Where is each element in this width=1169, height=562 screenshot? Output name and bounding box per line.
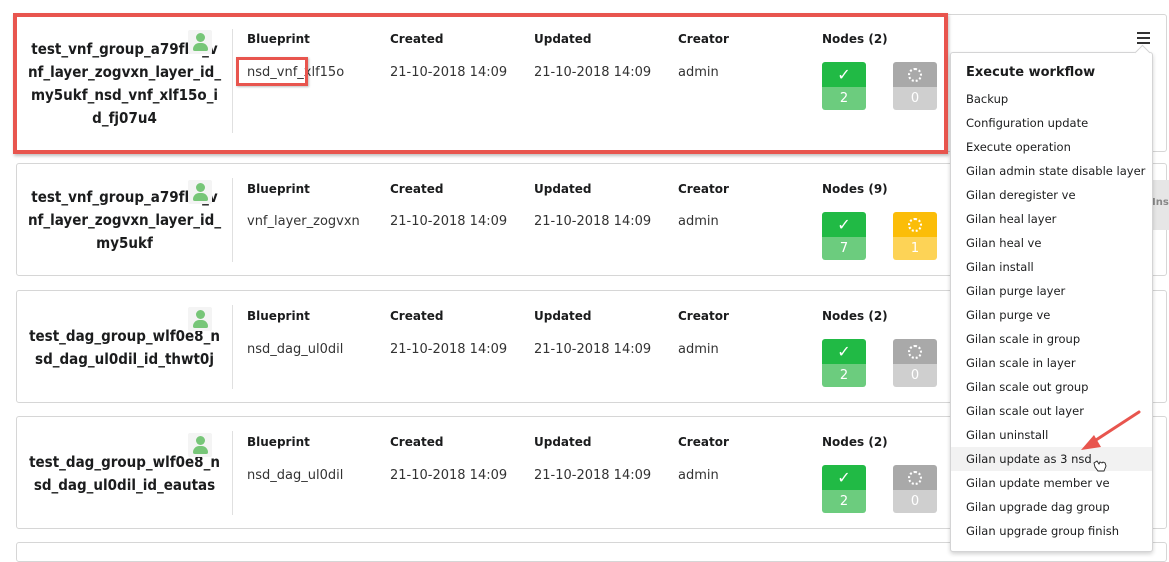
- updated-value: 21-10-2018 14:09: [534, 65, 652, 80]
- updated-label: Updated: [534, 32, 592, 46]
- menu-item[interactable]: Gilan scale out group: [951, 375, 1152, 399]
- inprogress-nodes-tile[interactable]: 1: [893, 212, 937, 260]
- menu-item[interactable]: Gilan heal layer: [951, 207, 1152, 231]
- updated-label: Updated: [534, 182, 592, 196]
- blueprint-label: Blueprint: [247, 32, 310, 46]
- inprogress-nodes-tile[interactable]: 0: [893, 62, 937, 110]
- completed-nodes-tile[interactable]: ✓ 2: [822, 465, 866, 513]
- menu-item[interactable]: Gilan update member ve: [951, 471, 1152, 495]
- blueprint-label: Blueprint: [247, 435, 310, 449]
- menu-item[interactable]: Gilan scale in layer: [951, 351, 1152, 375]
- completed-nodes-tile[interactable]: ✓ 7: [822, 212, 866, 260]
- updated-label: Updated: [534, 435, 592, 449]
- menu-item[interactable]: Configuration update: [951, 111, 1152, 135]
- hamburger-icon[interactable]: [1136, 30, 1152, 46]
- creator-label: Creator: [678, 435, 729, 449]
- menu-item[interactable]: Gilan purge layer: [951, 279, 1152, 303]
- created-label: Created: [390, 435, 444, 449]
- user-icon: [188, 180, 212, 204]
- inprogress-nodes-tile[interactable]: 0: [893, 465, 937, 513]
- menu-item[interactable]: Gilan scale out layer: [951, 399, 1152, 423]
- menu-item[interactable]: Gilan admin state disable layer: [951, 159, 1152, 183]
- workflow-menu: Execute workflow Backup Configuration up…: [950, 52, 1153, 552]
- created-value: 21-10-2018 14:09: [390, 468, 508, 483]
- menu-item[interactable]: Gilan upgrade group finish: [951, 519, 1152, 543]
- blueprint-label: Blueprint: [247, 182, 310, 196]
- user-icon: [188, 307, 212, 331]
- blueprint-label: Blueprint: [247, 309, 310, 323]
- nodes-label: Nodes (2): [822, 309, 888, 323]
- created-value: 21-10-2018 14:09: [390, 342, 508, 357]
- inprogress-count: 0: [893, 490, 937, 513]
- creator-value: admin: [678, 342, 719, 357]
- spinner-icon: [908, 344, 922, 359]
- spinner-icon: [908, 217, 922, 232]
- check-icon: ✓: [822, 465, 866, 490]
- updated-label: Updated: [534, 309, 592, 323]
- menu-item[interactable]: Gilan purge ve: [951, 303, 1152, 327]
- menu-item[interactable]: Gilan uninstall: [951, 423, 1152, 447]
- creator-label: Creator: [678, 32, 729, 46]
- nodes-label: Nodes (2): [822, 32, 888, 46]
- completed-count: 2: [822, 87, 866, 110]
- creator-value: admin: [678, 214, 719, 229]
- menu-item[interactable]: Gilan scale in group: [951, 327, 1152, 351]
- blueprint-value[interactable]: nsd_dag_ul0dil: [247, 468, 343, 483]
- nodes-label: Nodes (9): [822, 182, 888, 196]
- menu-item[interactable]: Gilan deregister ve: [951, 183, 1152, 207]
- completed-nodes-tile[interactable]: ✓ 2: [822, 339, 866, 387]
- blueprint-value[interactable]: nsd_vnf_xlf15o: [247, 65, 344, 80]
- completed-count: 2: [822, 490, 866, 513]
- inprogress-count: 0: [893, 364, 937, 387]
- check-icon: ✓: [822, 212, 866, 237]
- card-divider: [232, 29, 233, 133]
- menu-header: Execute workflow: [966, 65, 1096, 80]
- menu-item[interactable]: Backup: [951, 87, 1152, 111]
- created-label: Created: [390, 182, 444, 196]
- menu-item[interactable]: Execute operation: [951, 135, 1152, 159]
- blueprint-value[interactable]: vnf_layer_zogvxn: [247, 214, 360, 229]
- card-divider: [232, 305, 233, 389]
- user-icon: [188, 433, 212, 457]
- spinner-icon: [908, 470, 922, 485]
- check-icon: ✓: [822, 339, 866, 364]
- created-value: 21-10-2018 14:09: [390, 65, 508, 80]
- side-hint[interactable]: Ins d ×: [1152, 180, 1169, 230]
- updated-value: 21-10-2018 14:09: [534, 342, 652, 357]
- inprogress-nodes-tile[interactable]: 0: [893, 339, 937, 387]
- user-icon: [188, 30, 212, 54]
- menu-item[interactable]: Gilan upgrade dag group: [951, 495, 1152, 519]
- completed-nodes-tile[interactable]: ✓ 2: [822, 62, 866, 110]
- blueprint-value[interactable]: nsd_dag_ul0dil: [247, 342, 343, 357]
- spinner-icon: [908, 67, 922, 82]
- completed-count: 7: [822, 237, 866, 260]
- inprogress-count: 1: [893, 237, 937, 260]
- menu-item[interactable]: Gilan install: [951, 255, 1152, 279]
- card-divider: [232, 178, 233, 262]
- menu-item[interactable]: Gilan heal ve: [951, 231, 1152, 255]
- created-label: Created: [390, 32, 444, 46]
- creator-label: Creator: [678, 309, 729, 323]
- nodes-label: Nodes (2): [822, 435, 888, 449]
- completed-count: 2: [822, 364, 866, 387]
- inprogress-count: 0: [893, 87, 937, 110]
- check-icon: ✓: [822, 62, 866, 87]
- creator-value: admin: [678, 65, 719, 80]
- card-divider: [232, 431, 233, 515]
- created-value: 21-10-2018 14:09: [390, 214, 508, 229]
- creator-value: admin: [678, 468, 719, 483]
- updated-value: 21-10-2018 14:09: [534, 468, 652, 483]
- menu-item-hovered[interactable]: Gilan update as 3 nsd: [951, 447, 1152, 471]
- updated-value: 21-10-2018 14:09: [534, 214, 652, 229]
- creator-label: Creator: [678, 182, 729, 196]
- created-label: Created: [390, 309, 444, 323]
